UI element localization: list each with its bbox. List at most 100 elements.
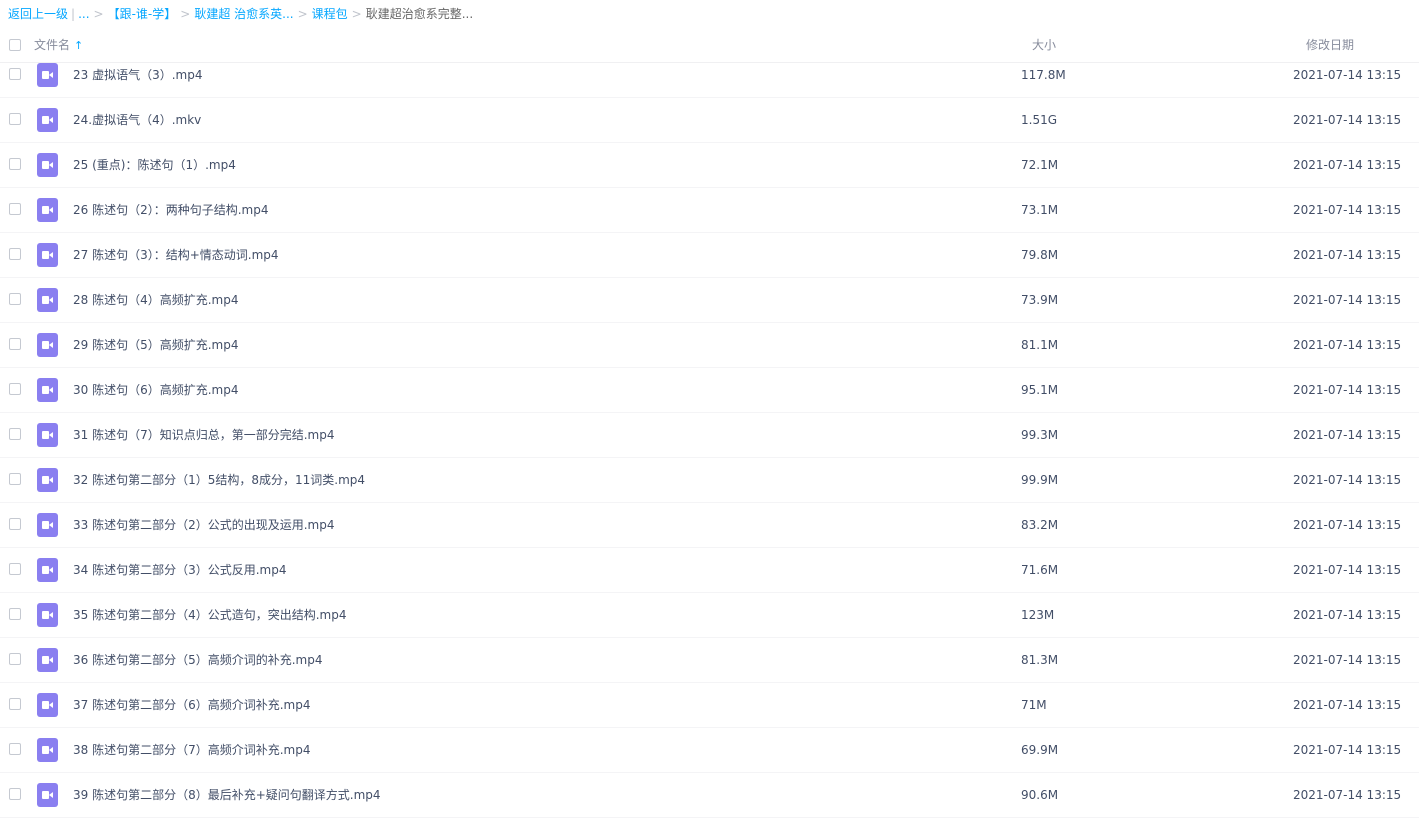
file-checkbox[interactable] xyxy=(9,248,21,260)
file-size: 69.9M xyxy=(1021,743,1059,757)
file-name[interactable]: 23 虚拟语气（3）.mp4 xyxy=(73,53,202,98)
file-date: 2021-07-14 13:15 xyxy=(1293,158,1402,172)
camera-lens-shape xyxy=(49,657,53,663)
file-date: 2021-07-14 13:15 xyxy=(1293,293,1402,307)
file-name[interactable]: 35 陈述句第二部分（4）公式造句，突出结构.mp4 xyxy=(73,593,346,638)
file-size: 1.51G xyxy=(1021,113,1058,127)
file-row[interactable]: 28 陈述句（4）高频扩充.mp4 73.9M 2021-07-14 13:15 xyxy=(0,278,1419,323)
file-name[interactable]: 30 陈述句（6）高频扩充.mp4 xyxy=(73,368,238,413)
file-row[interactable]: 24.虚拟语气（4）.mkv 1.51G 2021-07-14 13:15 xyxy=(0,98,1419,143)
file-checkbox[interactable] xyxy=(9,563,21,575)
file-name[interactable]: 34 陈述句第二部分（3）公式反用.mp4 xyxy=(73,548,286,593)
file-date: 2021-07-14 13:15 xyxy=(1293,68,1402,82)
file-name[interactable]: 37 陈述句第二部分（6）高频介词补充.mp4 xyxy=(73,683,310,728)
file-size: 90.6M xyxy=(1021,788,1059,802)
breadcrumb-item[interactable]: 耿建超 治愈系英... xyxy=(194,7,293,21)
video-file-icon xyxy=(37,423,58,447)
file-name[interactable]: 29 陈述句（5）高频扩充.mp4 xyxy=(73,323,238,368)
camera-body-shape xyxy=(42,116,49,124)
camera-lens-shape xyxy=(49,117,53,123)
breadcrumb-item[interactable]: 【跟-谁-学】 xyxy=(108,7,177,21)
camera-body-shape xyxy=(42,656,49,664)
file-date: 2021-07-14 13:15 xyxy=(1293,203,1402,217)
sort-ascending-icon[interactable]: ↑ xyxy=(74,39,83,52)
breadcrumb-ellipsis[interactable]: ... xyxy=(78,7,89,21)
file-row[interactable]: 27 陈述句（3）：结构+情态动词.mp4 79.8M 2021-07-14 13:… xyxy=(0,233,1419,278)
file-size: 99.3M xyxy=(1021,428,1059,442)
file-checkbox[interactable] xyxy=(9,338,21,350)
file-row[interactable]: 29 陈述句（5）高频扩充.mp4 81.1M 2021-07-14 13:15 xyxy=(0,323,1419,368)
file-checkbox[interactable] xyxy=(9,518,21,530)
file-checkbox[interactable] xyxy=(9,428,21,440)
file-name[interactable]: 33 陈述句第二部分（2）公式的出现及运用.mp4 xyxy=(73,503,334,548)
file-checkbox[interactable] xyxy=(9,653,21,665)
file-name[interactable]: 27 陈述句（3）：结构+情态动词.mp4 xyxy=(73,233,279,278)
file-checkbox[interactable] xyxy=(9,293,21,305)
camera-lens-shape xyxy=(49,162,53,168)
file-name[interactable]: 31 陈述句（7）知识点归总，第一部分完结.mp4 xyxy=(73,413,334,458)
camera-lens-shape xyxy=(49,522,53,528)
camera-lens-shape xyxy=(49,72,53,78)
file-list: 23 虚拟语气（3）.mp4 117.8M 2021-07-14 13:15 24.虚… xyxy=(0,53,1419,818)
file-row[interactable]: 31 陈述句（7）知识点归总，第一部分完结.mp4 99.3M 2021-07-14… xyxy=(0,413,1419,458)
file-row[interactable]: 26 陈述句（2）：两种句子结构.mp4 73.1M 2021-07-14 13:1… xyxy=(0,188,1419,233)
camera-lens-shape xyxy=(49,207,53,213)
breadcrumb-item[interactable]: 课程包 xyxy=(312,7,348,21)
file-name[interactable]: 28 陈述句（4）高频扩充.mp4 xyxy=(73,278,238,323)
file-checkbox[interactable] xyxy=(9,788,21,800)
file-name[interactable]: 25 (重点)：陈述句（1）.mp4 xyxy=(73,143,236,188)
camera-body-shape xyxy=(42,71,49,79)
file-checkbox[interactable] xyxy=(9,158,21,170)
file-name[interactable]: 39 陈述句第二部分（8）最后补充+疑问句翻译方式.mp4 xyxy=(73,773,381,818)
file-row[interactable]: 32 陈述句第二部分（1）5结构，8成分，11词类.mp4 99.9M 2021-0… xyxy=(0,458,1419,503)
video-file-icon xyxy=(37,378,58,402)
file-checkbox[interactable] xyxy=(9,698,21,710)
video-file-icon xyxy=(37,693,58,717)
file-size: 123M xyxy=(1021,608,1055,622)
file-row[interactable]: 36 陈述句第二部分（5）高频介词的补充.mp4 81.3M 2021-07-14 … xyxy=(0,638,1419,683)
back-link[interactable]: 返回上一级 xyxy=(8,7,68,21)
file-row[interactable]: 35 陈述句第二部分（4）公式造句，突出结构.mp4 123M 2021-07-14… xyxy=(0,593,1419,638)
file-checkbox[interactable] xyxy=(9,608,21,620)
file-date: 2021-07-14 13:15 xyxy=(1293,563,1402,577)
file-checkbox[interactable] xyxy=(9,203,21,215)
file-size: 95.1M xyxy=(1021,383,1059,397)
camera-lens-shape xyxy=(49,432,53,438)
select-all-checkbox[interactable] xyxy=(9,39,21,51)
file-row[interactable]: 30 陈述句（6）高频扩充.mp4 95.1M 2021-07-14 13:15 xyxy=(0,368,1419,413)
camera-body-shape xyxy=(42,791,49,799)
file-row[interactable]: 33 陈述句第二部分（2）公式的出现及运用.mp4 83.2M 2021-07-14… xyxy=(0,503,1419,548)
file-checkbox[interactable] xyxy=(9,113,21,125)
camera-body-shape xyxy=(42,431,49,439)
file-row[interactable]: 25 (重点)：陈述句（1）.mp4 72.1M 2021-07-14 13:15 xyxy=(0,143,1419,188)
file-date: 2021-07-14 13:15 xyxy=(1293,518,1402,532)
file-date: 2021-07-14 13:15 xyxy=(1293,428,1402,442)
camera-body-shape xyxy=(42,566,49,574)
file-row[interactable]: 37 陈述句第二部分（6）高频介词补充.mp4 71M 2021-07-14 13:… xyxy=(0,683,1419,728)
file-row[interactable]: 23 虚拟语气（3）.mp4 117.8M 2021-07-14 13:15 xyxy=(0,53,1419,98)
file-name[interactable]: 38 陈述句第二部分（7）高频介词补充.mp4 xyxy=(73,728,310,773)
file-name[interactable]: 24.虚拟语气（4）.mkv xyxy=(73,98,201,143)
file-name[interactable]: 32 陈述句第二部分（1）5结构，8成分，11词类.mp4 xyxy=(73,458,365,503)
file-date: 2021-07-14 13:15 xyxy=(1293,113,1402,127)
camera-lens-shape xyxy=(49,252,53,258)
file-checkbox[interactable] xyxy=(9,743,21,755)
file-date: 2021-07-14 13:15 xyxy=(1293,473,1402,487)
camera-lens-shape xyxy=(49,387,53,393)
file-checkbox[interactable] xyxy=(9,473,21,485)
file-name[interactable]: 26 陈述句（2）：两种句子结构.mp4 xyxy=(73,188,268,233)
camera-lens-shape xyxy=(49,297,53,303)
file-row[interactable]: 39 陈述句第二部分（8）最后补充+疑问句翻译方式.mp4 90.6M 2021-0… xyxy=(0,773,1419,818)
camera-lens-shape xyxy=(49,477,53,483)
camera-body-shape xyxy=(42,251,49,259)
camera-body-shape xyxy=(42,611,49,619)
file-row[interactable]: 34 陈述句第二部分（3）公式反用.mp4 71.6M 2021-07-14 13:… xyxy=(0,548,1419,593)
camera-body-shape xyxy=(42,746,49,754)
file-size: 81.1M xyxy=(1021,338,1059,352)
camera-body-shape xyxy=(42,341,49,349)
file-checkbox[interactable] xyxy=(9,68,21,80)
camera-lens-shape xyxy=(49,567,53,573)
file-name[interactable]: 36 陈述句第二部分（5）高频介词的补充.mp4 xyxy=(73,638,322,683)
file-row[interactable]: 38 陈述句第二部分（7）高频介词补充.mp4 69.9M 2021-07-14 1… xyxy=(0,728,1419,773)
file-checkbox[interactable] xyxy=(9,383,21,395)
